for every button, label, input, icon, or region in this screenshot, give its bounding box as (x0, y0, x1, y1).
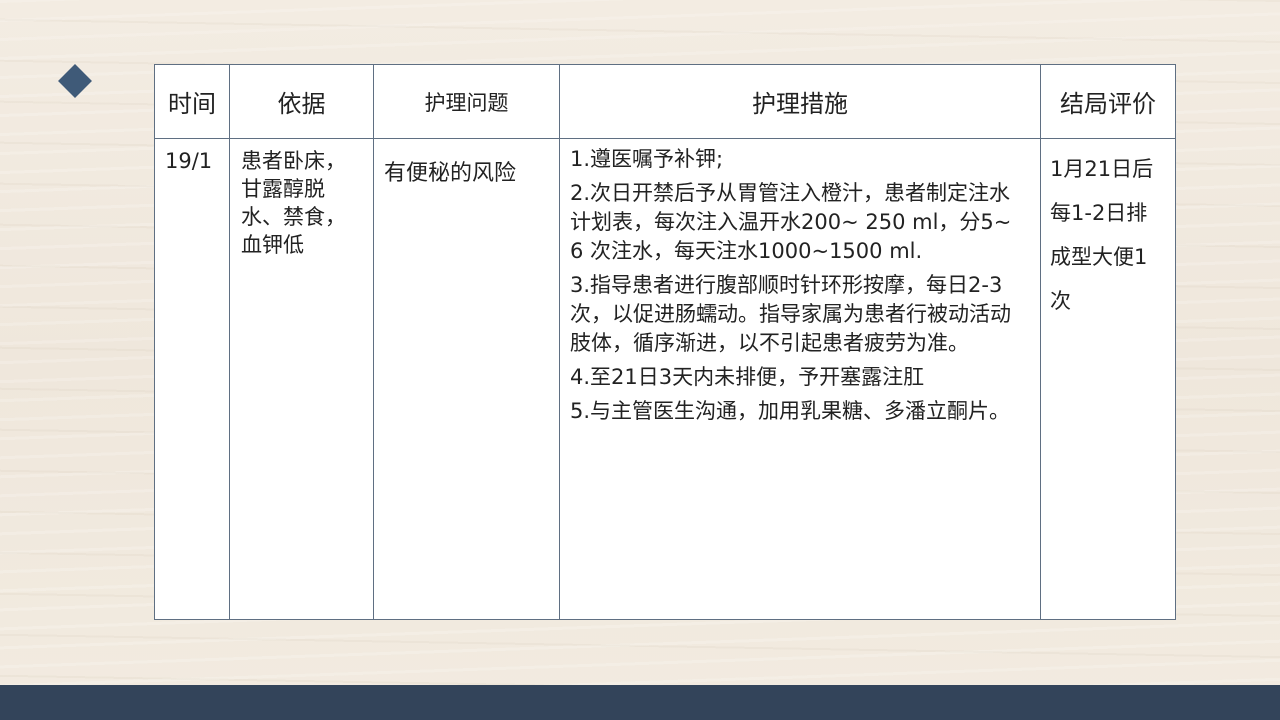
measure-item: 2.次日开禁后予从胃管注入橙汁，患者制定注水计划表，每次注入温开水200~ 25… (570, 181, 1012, 263)
header-measures: 护理措施 (559, 64, 1041, 139)
cell-measures: 1.遵医嘱予补钾; 2.次日开禁后予从胃管注入橙汁，患者制定注水计划表，每次注入… (559, 138, 1041, 620)
care-plan-table: 时间 依据 护理问题 护理措施 结局评价 19/1 患者卧床，甘露醇脱水、禁食，… (154, 64, 1176, 620)
footer-bar (0, 685, 1280, 720)
cell-basis: 患者卧床，甘露醇脱水、禁食，血钾低 (229, 138, 374, 620)
measure-item: 1.遵医嘱予补钾; (570, 147, 724, 171)
measure-item: 3.指导患者进行腹部顺时针环形按摩，每日2-3次，以促进肠蠕动。指导家属为患者行… (570, 273, 1011, 355)
cell-time: 19/1 (154, 138, 230, 620)
header-basis: 依据 (229, 64, 374, 139)
header-evaluation: 结局评价 (1040, 64, 1176, 139)
cell-evaluation: 1月21日后每1-2日排成型大便1次 (1040, 138, 1176, 620)
measure-item: 4.至21日3天内未排便，予开塞露注肛 (570, 365, 925, 389)
cell-problem: 有便秘的风险 (373, 138, 560, 620)
diamond-bullet-icon (58, 64, 92, 98)
table-header-row: 时间 依据 护理问题 护理措施 结局评价 (154, 64, 1176, 139)
table-row: 19/1 患者卧床，甘露醇脱水、禁食，血钾低 有便秘的风险 1.遵医嘱予补钾; … (154, 138, 1176, 620)
nursing-care-table: 时间 依据 护理问题 护理措施 结局评价 19/1 患者卧床，甘露醇脱水、禁食，… (154, 64, 1176, 620)
header-time: 时间 (154, 64, 230, 139)
measure-item: 5.与主管医生沟通，加用乳果糖、多潘立酮片。 (570, 399, 1011, 423)
header-problem: 护理问题 (373, 64, 560, 139)
